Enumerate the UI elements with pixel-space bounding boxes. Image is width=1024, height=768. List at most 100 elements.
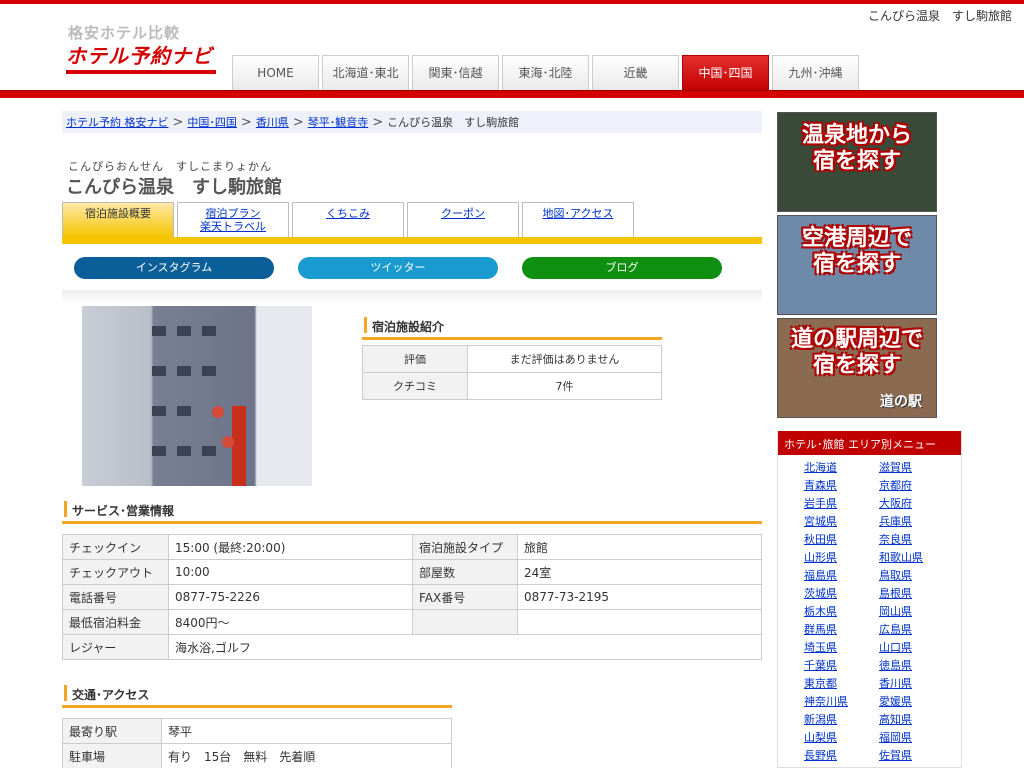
table-row: チェックアウト 10:00 部屋数 24室	[62, 559, 762, 585]
table-row: 最寄り駅 琴平	[62, 718, 452, 744]
prefecture-link[interactable]: 山口県	[879, 639, 954, 657]
nav-hokkaido-tohoku[interactable]: 北海道･東北	[322, 55, 409, 91]
prefecture-link[interactable]: 和歌山県	[879, 549, 954, 567]
service-heading: サービス･営業情報	[62, 496, 762, 524]
breadcrumb-prefecture[interactable]: 香川県	[256, 116, 289, 129]
breadcrumb-separator: >	[372, 115, 384, 130]
prefecture-link[interactable]: 神奈川県	[804, 693, 879, 711]
table-row: レジャー 海水浴,ゴルフ	[62, 634, 762, 660]
table-row: 最低宿泊料金 8400円〜	[62, 609, 762, 635]
prefecture-link[interactable]: 北海道	[804, 459, 879, 477]
cell: チェックアウト	[62, 559, 169, 585]
prefecture-link[interactable]: 秋田県	[804, 531, 879, 549]
table-row: 電話番号 0877-75-2226 FAX番号 0877-73-2195	[62, 584, 762, 610]
prefecture-link[interactable]: 徳島県	[879, 657, 954, 675]
instagram-button[interactable]: インスタグラム	[74, 257, 274, 279]
banner-text: 道の駅周辺で 宿を探す	[790, 327, 923, 378]
prefecture-link[interactable]: 長野県	[804, 747, 879, 765]
prefecture-link[interactable]: 新潟県	[804, 711, 879, 729]
prefecture-link[interactable]: 福岡県	[879, 729, 954, 747]
service-table: チェックイン 15:00 (最終:20:00) 宿泊施設タイプ 旅館 チェックア…	[62, 534, 762, 660]
nav-kinki[interactable]: 近畿	[592, 55, 679, 91]
nav-kanto-shinetsu[interactable]: 関東･信越	[412, 55, 499, 91]
prefecture-link[interactable]: 山形県	[804, 549, 879, 567]
prefecture-link[interactable]: 茨城県	[804, 585, 879, 603]
cell: 8400円〜	[168, 609, 413, 635]
rating-key: 評価	[362, 345, 468, 373]
breadcrumb-region[interactable]: 中国･四国	[187, 116, 237, 129]
tab-map-access[interactable]: 地図･アクセス	[522, 202, 634, 237]
prefecture-link[interactable]: 広島県	[879, 621, 954, 639]
prefecture-link[interactable]: 佐賀県	[879, 747, 954, 765]
roadside-station-banner[interactable]: 道の駅周辺で 宿を探す 道の駅	[777, 318, 937, 418]
nav-kyushu-okinawa[interactable]: 九州･沖縄	[772, 55, 859, 91]
site-logo[interactable]: 格安ホテル比較 ホテル予約ナビ	[66, 20, 226, 80]
cell: 電話番号	[62, 584, 169, 610]
prefecture-link[interactable]: 兵庫県	[879, 513, 954, 531]
breadcrumb-top[interactable]: ホテル予約 格安ナビ	[66, 116, 169, 129]
table-row: チェックイン 15:00 (最終:20:00) 宿泊施設タイプ 旅館	[62, 534, 762, 560]
cell: 宿泊施設タイプ	[412, 534, 518, 560]
station-value: 琴平	[161, 718, 452, 744]
prefecture-link[interactable]: 千葉県	[804, 657, 879, 675]
breadcrumb-area[interactable]: 琴平･観音寺	[308, 116, 369, 129]
prefecture-link[interactable]: 鳥取県	[879, 567, 954, 585]
banner-footer: 道の駅	[880, 394, 922, 410]
airport-search-banner[interactable]: 空港周辺で 宿を探す	[777, 215, 937, 315]
twitter-button[interactable]: ツイッター	[298, 257, 498, 279]
cell	[412, 609, 518, 635]
banner-text: 空港周辺で 宿を探す	[801, 226, 912, 277]
parking-key: 駐車場	[62, 743, 162, 768]
access-heading: 交通･アクセス	[62, 680, 452, 708]
blog-button[interactable]: ブログ	[522, 257, 722, 279]
prefecture-link[interactable]: 岩手県	[804, 495, 879, 513]
area-menu-heading: ホテル･旅館 エリア別メニュー	[778, 431, 961, 455]
logo-underline	[66, 70, 216, 74]
cell: 0877-75-2226	[168, 584, 413, 610]
rating-value: まだ評価はありません	[467, 345, 662, 373]
top-red-strip	[0, 0, 1024, 4]
logo-title: ホテル予約ナビ	[66, 44, 213, 68]
tab-plans[interactable]: 宿泊プラン 楽天トラベル	[177, 202, 289, 237]
intro-heading: 宿泊施設紹介	[362, 312, 662, 340]
prefecture-link[interactable]: 奈良県	[879, 531, 954, 549]
nav-chugoku-shikoku[interactable]: 中国･四国	[682, 55, 769, 91]
prefecture-link[interactable]: 愛媛県	[879, 693, 954, 711]
prefecture-link[interactable]: 埼玉県	[804, 639, 879, 657]
cell: 最低宿泊料金	[62, 609, 169, 635]
breadcrumb-separator: >	[240, 115, 252, 130]
prefecture-link[interactable]: 島根県	[879, 585, 954, 603]
reviews-key: クチコミ	[362, 372, 468, 400]
table-row: 駐車場 有り 15台 無料 先着順	[62, 743, 452, 768]
onsen-search-banner[interactable]: 温泉地から 宿を探す	[777, 112, 937, 212]
nav-tokai-hokuriku[interactable]: 東海･北陸	[502, 55, 589, 91]
cell: 15:00 (最終:20:00)	[168, 534, 413, 560]
prefecture-link[interactable]: 福島県	[804, 567, 879, 585]
page-title: こんぴら温泉 すし駒旅館	[66, 177, 282, 198]
hotel-name-kana: こんぴらおんせん すしこまりょかん	[68, 160, 272, 173]
tab-reviews[interactable]: くちこみ	[292, 202, 404, 237]
prefecture-link[interactable]: 山梨県	[804, 729, 879, 747]
prefecture-link[interactable]: 高知県	[879, 711, 954, 729]
prefecture-link[interactable]: 大阪府	[879, 495, 954, 513]
prefecture-link[interactable]: 岡山県	[879, 603, 954, 621]
table-row: クチコミ 7件	[362, 372, 662, 400]
prefecture-link[interactable]: 宮城県	[804, 513, 879, 531]
nav-home[interactable]: HOME	[232, 55, 319, 91]
prefecture-link[interactable]: 滋賀県	[879, 459, 954, 477]
access-table: 最寄り駅 琴平 駐車場 有り 15台 無料 先着順	[62, 718, 452, 768]
prefecture-link[interactable]: 東京都	[804, 675, 879, 693]
cell: 10:00	[168, 559, 413, 585]
breadcrumb-separator: >	[292, 115, 304, 130]
tab-coupon[interactable]: クーポン	[407, 202, 519, 237]
prefecture-link[interactable]: 香川県	[879, 675, 954, 693]
prefecture-link[interactable]: 群馬県	[804, 621, 879, 639]
section-divider	[62, 290, 762, 304]
banner-text: 温泉地から 宿を探す	[801, 123, 912, 174]
cell: FAX番号	[412, 584, 518, 610]
prefecture-link[interactable]: 青森県	[804, 477, 879, 495]
prefecture-link[interactable]: 栃木県	[804, 603, 879, 621]
tab-overview[interactable]: 宿泊施設概要	[62, 202, 174, 237]
area-column-1: 北海道 青森県 岩手県 宮城県 秋田県 山形県 福島県 茨城県 栃木県 群馬県 埼玉県 千葉県 東京都神…	[804, 459, 879, 765]
prefecture-link[interactable]: 京都府	[879, 477, 954, 495]
